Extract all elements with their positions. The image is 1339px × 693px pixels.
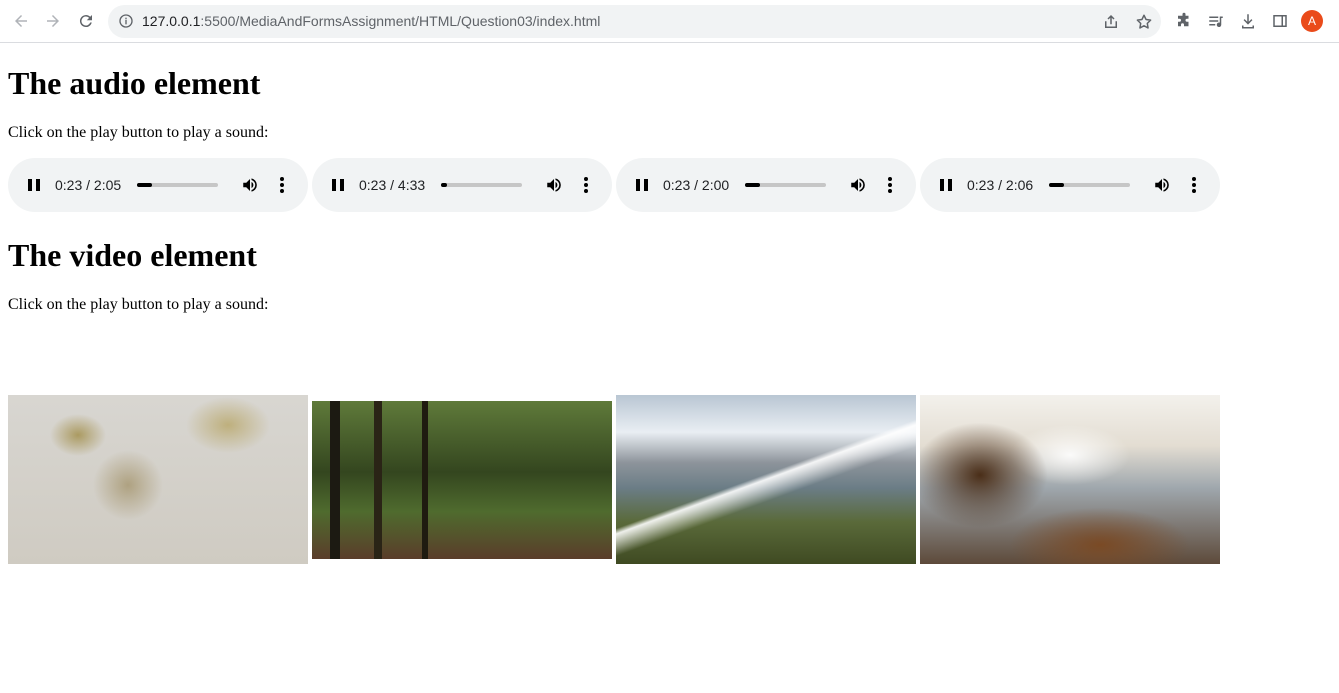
extensions-icon[interactable] bbox=[1174, 11, 1194, 31]
audio-seek-slider[interactable] bbox=[441, 183, 522, 187]
video-player-mountains[interactable] bbox=[616, 395, 916, 564]
pause-icon[interactable] bbox=[636, 178, 650, 192]
video-players bbox=[8, 395, 1220, 564]
reload-icon[interactable] bbox=[76, 11, 96, 31]
audio-time: 0:23 / 2:00 bbox=[663, 177, 730, 193]
audio-progress-fill bbox=[137, 183, 152, 187]
url-text[interactable]: 127.0.0.1:5500/MediaAndFormsAssignment/H… bbox=[142, 13, 600, 29]
more-options-icon[interactable] bbox=[1191, 177, 1197, 193]
audio-player[interactable]: 0:23 / 4:33 bbox=[312, 158, 612, 212]
audio-players: 0:23 / 2:05 0:23 / 4:33 0:23 / 2:00 0:23… bbox=[8, 158, 1220, 212]
pause-icon[interactable] bbox=[28, 178, 42, 192]
audio-seek-slider[interactable] bbox=[745, 183, 826, 187]
audio-player[interactable]: 0:23 / 2:00 bbox=[616, 158, 916, 212]
audio-progress-fill bbox=[745, 183, 761, 187]
video-heading: The video element bbox=[8, 237, 257, 273]
volume-icon[interactable] bbox=[241, 176, 259, 194]
more-options-icon[interactable] bbox=[279, 177, 285, 193]
audio-heading: The audio element bbox=[8, 65, 261, 101]
audio-progress-fill bbox=[1049, 183, 1064, 187]
browser-toolbar: 127.0.0.1:5500/MediaAndFormsAssignment/H… bbox=[0, 0, 1339, 43]
video-player-coast[interactable] bbox=[920, 395, 1220, 564]
audio-player[interactable]: 0:23 / 2:06 bbox=[920, 158, 1220, 212]
address-bar[interactable]: 127.0.0.1:5500/MediaAndFormsAssignment/H… bbox=[108, 5, 1161, 38]
bookmark-star-icon[interactable] bbox=[1134, 12, 1154, 32]
pause-icon[interactable] bbox=[940, 178, 954, 192]
url-host: 127.0.0.1 bbox=[142, 13, 201, 29]
profile-avatar[interactable]: A bbox=[1301, 10, 1323, 32]
url-path: :5500/MediaAndFormsAssignment/HTML/Quest… bbox=[200, 13, 601, 29]
audio-seek-slider[interactable] bbox=[137, 183, 218, 187]
audio-time: 0:23 / 2:06 bbox=[967, 177, 1034, 193]
audio-instruction: Click on the play button to play a sound… bbox=[8, 124, 269, 141]
media-control-icon[interactable] bbox=[1206, 11, 1226, 31]
video-player-forest[interactable] bbox=[312, 401, 612, 559]
pause-icon[interactable] bbox=[332, 178, 346, 192]
volume-icon[interactable] bbox=[545, 176, 563, 194]
volume-icon[interactable] bbox=[849, 176, 867, 194]
audio-time: 0:23 / 4:33 bbox=[359, 177, 426, 193]
side-panel-icon[interactable] bbox=[1270, 11, 1290, 31]
more-options-icon[interactable] bbox=[887, 177, 893, 193]
audio-seek-slider[interactable] bbox=[1049, 183, 1130, 187]
forward-arrow-icon[interactable] bbox=[43, 11, 63, 31]
video-instruction: Click on the play button to play a sound… bbox=[8, 296, 269, 313]
share-icon[interactable] bbox=[1101, 12, 1121, 32]
audio-player[interactable]: 0:23 / 2:05 bbox=[8, 158, 308, 212]
volume-icon[interactable] bbox=[1153, 176, 1171, 194]
download-icon[interactable] bbox=[1238, 11, 1258, 31]
audio-time: 0:23 / 2:05 bbox=[55, 177, 122, 193]
more-options-icon[interactable] bbox=[583, 177, 589, 193]
back-arrow-icon[interactable] bbox=[11, 11, 31, 31]
site-info-icon[interactable] bbox=[118, 13, 134, 29]
audio-progress-fill bbox=[441, 183, 448, 187]
video-player-tree-branches[interactable] bbox=[8, 395, 308, 564]
